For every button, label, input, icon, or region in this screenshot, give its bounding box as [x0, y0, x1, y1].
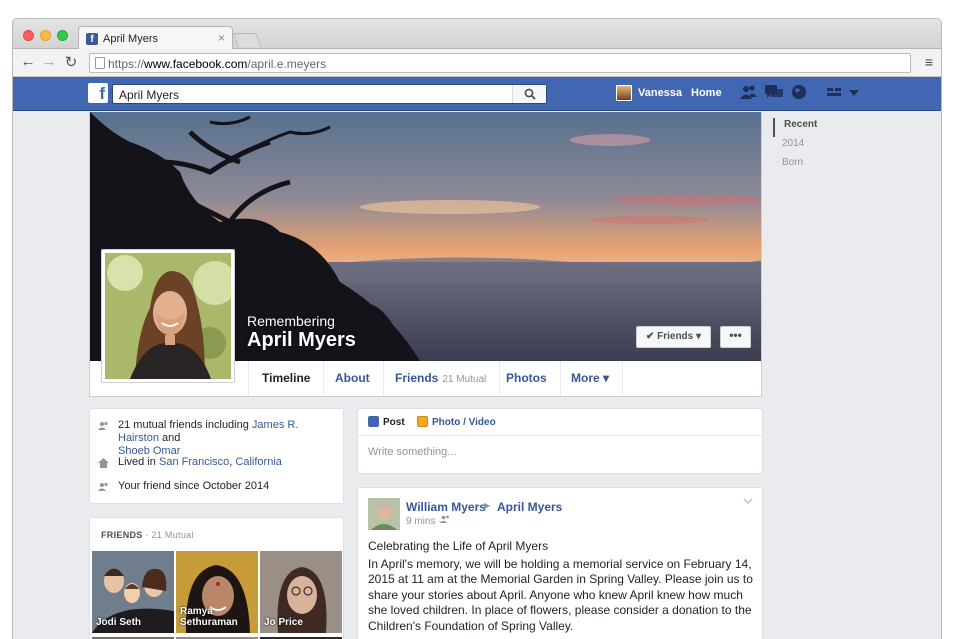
profile-picture[interactable]: [101, 249, 235, 383]
profile-photo-image: [105, 253, 231, 379]
search-button[interactable]: [512, 85, 546, 103]
arrow-right-icon: ▶: [484, 501, 491, 510]
facebook-top-bar: f April Myers Vanessa Home: [13, 77, 941, 111]
friend-name: Jo Price: [264, 617, 303, 628]
mutual-and: and: [158, 432, 181, 444]
browser-toolbar: ← → ↻ https://www.facebook.com/april.e.m…: [13, 49, 941, 77]
new-tab-button[interactable]: [232, 33, 262, 47]
messages-icon[interactable]: [765, 84, 783, 100]
facebook-favicon-icon: f: [86, 33, 98, 45]
url-text: https://www.facebook.com/april.e.meyers: [108, 57, 326, 71]
friends-box: FRIENDS · 21 Mutual Jodi Seth Ramya Seth…: [89, 517, 344, 639]
composer-divider: [358, 435, 762, 436]
tab-bar: f April Myers ×: [13, 19, 941, 50]
lived-state-link[interactable]: California: [235, 456, 281, 468]
search-input[interactable]: April Myers: [119, 88, 179, 102]
post-target-link[interactable]: April Myers: [497, 500, 562, 514]
url-scheme: https://: [108, 57, 145, 71]
tab-photos[interactable]: Photos: [493, 361, 561, 396]
reload-icon[interactable]: ↻: [62, 53, 80, 71]
account-menu-chevron-down-icon[interactable]: [849, 89, 859, 97]
close-window-button[interactable]: [23, 30, 34, 41]
url-host: www.facebook.com: [144, 57, 248, 71]
more-options-button[interactable]: •••: [720, 326, 751, 348]
browser-window: f April Myers × ← → ↻ https://www.facebo…: [12, 18, 942, 639]
browser-menu-icon[interactable]: ≡: [925, 54, 933, 70]
browser-tab[interactable]: f April Myers ×: [78, 26, 233, 50]
page-icon: [95, 57, 105, 69]
friends-box-mutual: · 21 Mutual: [142, 530, 194, 540]
forward-arrow-icon[interactable]: →: [40, 53, 58, 70]
profile-name[interactable]: April Myers: [247, 329, 356, 352]
tab-close-icon[interactable]: ×: [218, 31, 225, 45]
friend-tile[interactable]: Jodi Seth: [92, 551, 174, 633]
mutual-friends-icon: [98, 421, 109, 433]
feed-post: William Myers ▶ April Myers 9 mins · Cel…: [357, 487, 763, 639]
address-bar[interactable]: https://www.facebook.com/april.e.meyers: [89, 53, 911, 73]
year-recent[interactable]: Recent: [773, 118, 933, 137]
post-composer: Post Photo / Video Write something...: [357, 408, 763, 474]
tab-title: April Myers: [103, 33, 159, 45]
year-born[interactable]: Born: [773, 156, 933, 175]
friend-since-text: Your friend since October 2014: [118, 480, 270, 492]
lived-city-link[interactable]: San Francisco: [159, 456, 229, 468]
user-name-link[interactable]: Vanessa: [638, 87, 682, 99]
mutual-prefix: 21 mutual friends including: [118, 419, 252, 431]
user-avatar[interactable]: [616, 85, 632, 101]
minimize-window-button[interactable]: [40, 30, 51, 41]
friends-box-title: FRIENDS: [101, 530, 143, 540]
url-path: /april.e.meyers: [247, 57, 327, 71]
facebook-logo-icon[interactable]: f: [88, 83, 108, 103]
tab-more[interactable]: More ▾: [558, 361, 624, 396]
composer-tab-photo-video[interactable]: Photo / Video: [417, 416, 496, 428]
tab-friends-label: Friends: [395, 371, 439, 385]
friend-tile[interactable]: Jo Price: [260, 551, 342, 633]
year-scrubber: Recent 2014 Born: [773, 118, 933, 175]
friend-name: Jodi Seth: [96, 617, 142, 628]
mutual-friends-text: 21 mutual friends including James R. Hai…: [118, 419, 338, 458]
friend-name: Ramya Sethuraman: [180, 606, 238, 628]
back-arrow-icon[interactable]: ←: [19, 53, 37, 70]
year-2014[interactable]: 2014: [773, 137, 933, 156]
composer-tab-post[interactable]: Post: [368, 416, 405, 428]
search-icon: [524, 88, 536, 100]
tab-friends-mutual: 21 Mutual: [442, 374, 487, 385]
composer-tab-post-label: Post: [383, 417, 405, 428]
post-author-avatar[interactable]: [368, 498, 400, 530]
friend-tile[interactable]: Ramya Sethuraman: [176, 551, 258, 633]
privacy-shortcuts-icon[interactable]: [827, 84, 841, 100]
lived-in-text: Lived in San Francisco, California: [118, 456, 338, 469]
friends-privacy-icon[interactable]: [440, 515, 450, 525]
search-box[interactable]: April Myers: [112, 84, 547, 104]
post-options-chevron-down-icon[interactable]: [743, 496, 753, 507]
friend-since-icon: [98, 482, 109, 494]
maximize-window-button[interactable]: [57, 30, 68, 41]
tab-about[interactable]: About: [322, 361, 384, 396]
friend-requests-icon[interactable]: [740, 84, 758, 100]
tab-timeline[interactable]: Timeline: [248, 361, 325, 396]
intro-box: 21 mutual friends including James R. Hai…: [89, 408, 344, 504]
notifications-globe-icon[interactable]: [791, 84, 807, 100]
tab-friends[interactable]: Friends 21 Mutual: [382, 361, 501, 396]
composer-tab-photo-label: Photo / Video: [432, 417, 496, 428]
pencil-icon: [368, 416, 379, 427]
friends-box-header[interactable]: FRIENDS · 21 Mutual: [101, 530, 194, 540]
post-timestamp[interactable]: 9 mins ·: [406, 516, 442, 527]
friends-button[interactable]: ✔ Friends ▾: [636, 326, 711, 348]
lived-prefix: Lived in: [118, 456, 159, 468]
write-something-input[interactable]: Write something...: [368, 446, 456, 458]
photo-icon: [417, 416, 428, 427]
post-heading: Celebrating the Life of April Myers: [368, 539, 549, 553]
post-author-link[interactable]: William Myers: [406, 500, 486, 514]
remembering-label: Remembering: [247, 313, 335, 329]
profile-page: Remembering April Myers ✔ Friends ▾ ••• …: [13, 112, 941, 639]
home-link[interactable]: Home: [691, 87, 722, 99]
home-icon: [98, 458, 109, 471]
post-body: In April's memory, we will be holding a …: [368, 557, 753, 633]
